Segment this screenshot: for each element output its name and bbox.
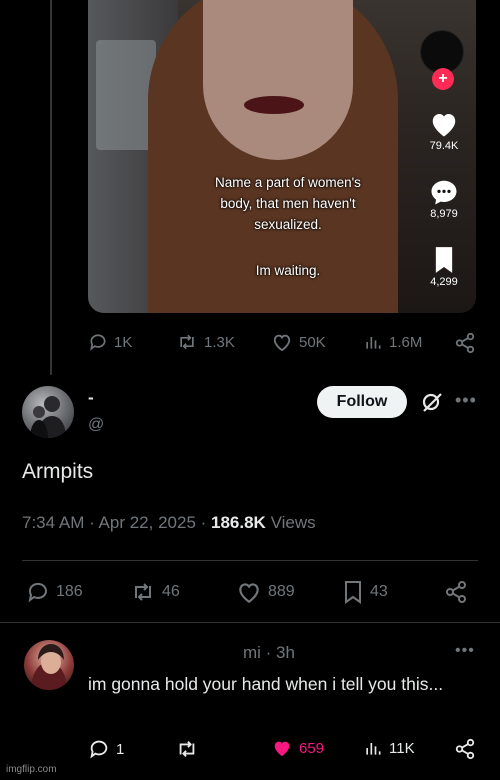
post-meta: 7:34 AM · Apr 22, 2025 · 186.8K Views <box>22 513 316 533</box>
repost-count: 46 <box>162 583 180 600</box>
like-count: 889 <box>268 583 295 600</box>
like-action[interactable]: 659 <box>271 738 324 758</box>
comment-text: im gonna hold your hand when i tell you … <box>88 674 444 694</box>
avatar[interactable] <box>24 640 74 690</box>
comment-author-time[interactable]: mi · 3h <box>243 643 295 663</box>
heart-icon <box>273 334 291 352</box>
like-action[interactable]: 50K <box>271 332 326 352</box>
heart-icon <box>432 114 456 137</box>
reply-icon <box>90 740 108 759</box>
post-text: Armpits <box>22 460 94 483</box>
bookmark-icon <box>345 581 361 604</box>
quoted-post-action-bar: 1K 1.3K 50K 1.6M <box>88 332 478 354</box>
video-comment-count: 8,979 <box>430 208 458 220</box>
bookmark-count: 43 <box>370 583 388 600</box>
video-save-count: 4,299 <box>430 276 458 288</box>
repost-action[interactable]: 1.3K <box>176 332 235 352</box>
repost-count: 1.3K <box>204 333 235 351</box>
heart-icon <box>239 583 259 604</box>
share-icon <box>455 738 475 760</box>
reply-action[interactable]: 1 <box>88 738 124 760</box>
reply-icon <box>90 334 106 351</box>
repost-action[interactable] <box>176 738 204 760</box>
video-comment[interactable]: 8,979 <box>420 178 468 220</box>
video-person-face <box>203 0 353 160</box>
views-action[interactable]: 11K <box>363 738 415 758</box>
grok-icon[interactable] <box>420 390 444 414</box>
views-count: 11K <box>389 739 415 757</box>
share-action[interactable] <box>444 580 468 604</box>
views-count: 1.6M <box>389 333 423 351</box>
repost-icon <box>179 741 195 757</box>
repost-action[interactable]: 46 <box>130 580 180 604</box>
video-caption-line: body, that men haven't <box>220 196 356 211</box>
display-name[interactable]: - <box>88 388 94 408</box>
like-count: 50K <box>299 333 326 351</box>
video-background-window <box>96 40 156 150</box>
share-action[interactable] <box>454 738 476 760</box>
avatar[interactable] <box>22 386 74 438</box>
post-views-count: 186.8K <box>211 513 266 532</box>
share-icon <box>455 332 475 354</box>
divider <box>22 560 478 561</box>
share-icon <box>446 581 466 603</box>
post-action-bar: 186 46 889 43 <box>26 580 476 604</box>
reply-count: 1K <box>114 333 133 351</box>
video-person-lips <box>244 96 304 114</box>
bookmark-action[interactable]: 43 <box>342 580 388 604</box>
reply-action[interactable]: 186 <box>26 580 83 604</box>
repost-icon <box>180 334 194 350</box>
post-views-label: Views <box>265 513 316 532</box>
like-action[interactable]: 889 <box>236 580 295 604</box>
follow-plus-icon[interactable]: + <box>432 68 454 90</box>
reply-action[interactable]: 1K <box>88 332 132 352</box>
video-like[interactable]: 79.4K <box>420 110 468 152</box>
repost-icon <box>135 583 151 601</box>
comment-action-bar: 1 659 11K <box>88 738 478 760</box>
avatar-image <box>30 396 66 438</box>
heart-filled-icon <box>274 741 290 757</box>
video-caption: Name a part of women's body, that men ha… <box>188 172 388 235</box>
analytics-icon <box>366 337 381 349</box>
follow-button[interactable]: Follow <box>317 386 407 418</box>
divider <box>0 622 500 623</box>
bookmark-icon <box>435 247 453 273</box>
thread-line <box>50 0 52 375</box>
video-caption-line: sexualized. <box>254 217 322 232</box>
reply-count: 1 <box>116 740 125 758</box>
more-options-icon[interactable]: ••• <box>455 642 475 660</box>
post-timestamp[interactable]: 7:34 AM · Apr 22, 2025 · <box>22 513 211 532</box>
more-options-icon[interactable]: ••• <box>455 390 477 411</box>
watermark: imgflip.com <box>6 764 57 775</box>
like-count: 659 <box>299 739 325 757</box>
reply-count: 186 <box>56 583 83 600</box>
video-save[interactable]: 4,299 <box>420 246 468 288</box>
video-caption-line: Name a part of women's <box>215 175 361 190</box>
views-action[interactable]: 1.6M <box>363 332 422 352</box>
reply-icon <box>28 582 47 603</box>
video-like-count: 79.4K <box>429 140 459 152</box>
user-handle[interactable]: @ <box>88 416 104 434</box>
comment-bubble-icon <box>431 180 457 205</box>
share-action[interactable] <box>454 332 476 354</box>
analytics-icon <box>366 743 381 755</box>
avatar-image <box>30 644 68 690</box>
video-caption-secondary: Im waiting. <box>255 263 321 278</box>
embedded-video[interactable]: Name a part of women's body, that men ha… <box>88 0 476 313</box>
